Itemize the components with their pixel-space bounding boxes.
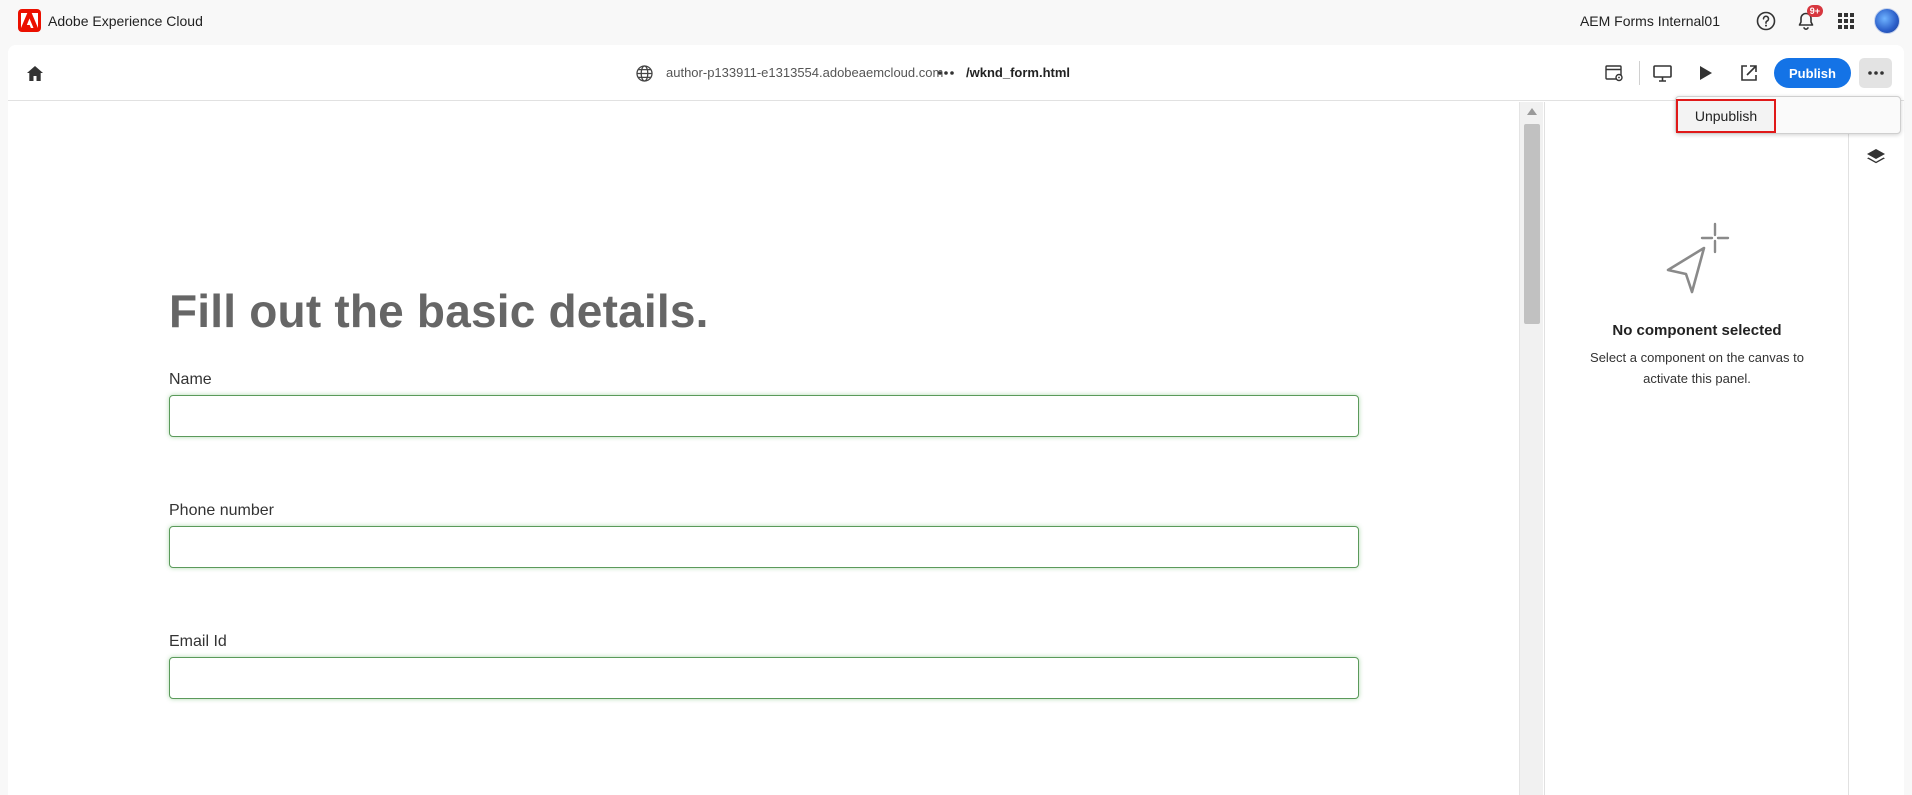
home-icon[interactable] bbox=[22, 61, 48, 85]
more-actions-menu: Unpublish bbox=[1675, 96, 1901, 134]
phone-input[interactable] bbox=[169, 526, 1359, 568]
org-switcher[interactable]: AEM Forms Internal01 bbox=[1580, 13, 1720, 29]
editor-toolbar: author-p133911-e1313554.adobeaemcloud.co… bbox=[8, 45, 1904, 101]
toolbar-divider bbox=[1639, 61, 1640, 85]
unpublish-menu-item[interactable]: Unpublish bbox=[1676, 99, 1776, 133]
bell-icon[interactable]: 9+ bbox=[1794, 5, 1823, 33]
adobe-logo-icon[interactable] bbox=[18, 9, 41, 32]
layers-icon[interactable] bbox=[1866, 147, 1886, 167]
help-icon[interactable] bbox=[1754, 9, 1778, 33]
scroll-up-arrow-icon[interactable] bbox=[1527, 108, 1537, 115]
empty-state-title: No component selected bbox=[1612, 322, 1782, 339]
url-host: author-p133911-e1313554.adobeaemcloud.co… bbox=[666, 65, 944, 80]
scroll-thumb[interactable] bbox=[1524, 124, 1540, 324]
globe-icon bbox=[634, 63, 654, 83]
play-icon[interactable] bbox=[1694, 61, 1718, 85]
phone-label[interactable]: Phone number bbox=[169, 502, 274, 520]
empty-state-description: Select a component on the canvas to acti… bbox=[1590, 350, 1804, 386]
shell-header: Adobe Experience Cloud AEM Forms Interna… bbox=[0, 0, 1912, 43]
product-name[interactable]: Adobe Experience Cloud bbox=[48, 13, 203, 29]
properties-panel: No component selected Select a component… bbox=[1544, 102, 1848, 795]
publish-button[interactable]: Publish bbox=[1774, 58, 1851, 88]
cursor-sparkle-icon bbox=[1666, 222, 1730, 294]
open-external-icon[interactable] bbox=[1737, 61, 1761, 85]
url-path[interactable]: /wknd_form.html bbox=[966, 65, 1070, 80]
email-label[interactable]: Email Id bbox=[169, 633, 227, 651]
avatar[interactable] bbox=[1874, 8, 1900, 34]
more-icon[interactable] bbox=[1859, 58, 1892, 88]
name-input[interactable] bbox=[169, 395, 1359, 437]
notification-badge: 9+ bbox=[1806, 5, 1823, 17]
page-properties-icon[interactable] bbox=[1602, 61, 1626, 85]
canvas-scrollbar[interactable] bbox=[1519, 102, 1543, 795]
right-rail bbox=[1848, 102, 1904, 795]
ellipsis-icon[interactable] bbox=[936, 66, 956, 80]
apps-grid-icon[interactable] bbox=[1834, 9, 1858, 33]
form-canvas[interactable]: Fill out the basic details. Name Phone n… bbox=[8, 102, 1518, 795]
editor-container: author-p133911-e1313554.adobeaemcloud.co… bbox=[8, 45, 1904, 795]
name-label[interactable]: Name bbox=[169, 371, 212, 389]
desktop-preview-icon[interactable] bbox=[1650, 61, 1674, 85]
email-input[interactable] bbox=[169, 657, 1359, 699]
form-heading[interactable]: Fill out the basic details. bbox=[169, 284, 709, 338]
